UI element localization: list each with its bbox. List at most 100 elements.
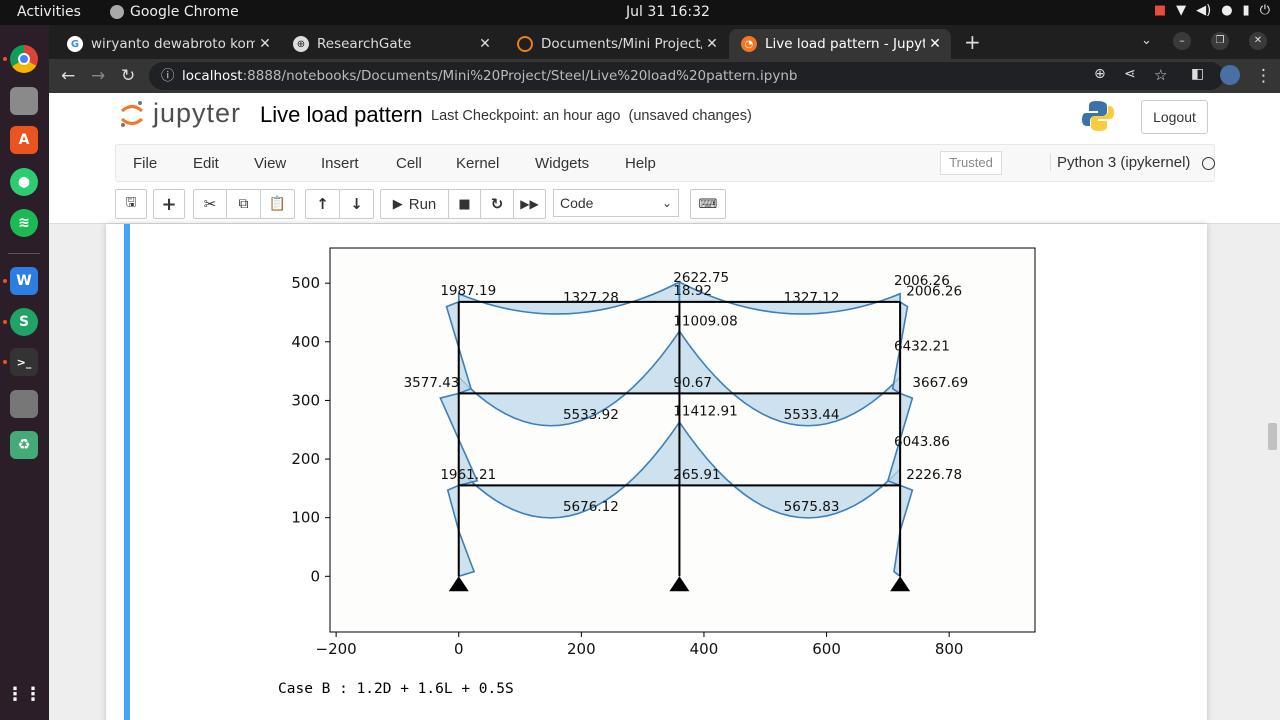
close-tab-icon[interactable]: ✕ bbox=[702, 36, 722, 52]
wifi-icon[interactable]: ▼ bbox=[1176, 3, 1186, 18]
disk-dock-icon[interactable] bbox=[10, 390, 38, 418]
cell-type-select[interactable]: Code ⌄ bbox=[553, 189, 679, 217]
power-icon[interactable]: ⏻ bbox=[1260, 3, 1270, 18]
minimize-icon[interactable]: – bbox=[1173, 32, 1191, 50]
screen-record-icon[interactable]: ■ bbox=[1154, 3, 1166, 18]
moment-value-label: 90.67 bbox=[673, 375, 712, 391]
y-tick-label: 300 bbox=[291, 391, 320, 409]
dock: A ● ≋ W S >_ ♻ ⋮⋮ bbox=[0, 25, 49, 720]
play-icon: ▶ bbox=[392, 196, 403, 211]
save-button[interactable]: 🖫 bbox=[115, 189, 147, 219]
last-checkpoint: Last Checkpoint: an hour ago bbox=[431, 108, 621, 124]
kernel-name[interactable]: Python 3 (ipykernel) bbox=[1050, 154, 1190, 171]
tab-live-load-pattern[interactable]: ◔ Live load pattern - Jupyte ✕ bbox=[729, 29, 951, 59]
jupyter-loading-icon bbox=[517, 36, 533, 52]
close-tab-icon[interactable]: ✕ bbox=[255, 36, 275, 52]
restart-button[interactable]: ↻ bbox=[480, 189, 514, 219]
activities-button[interactable]: Activities bbox=[17, 4, 81, 20]
mic-icon[interactable]: ● bbox=[1221, 3, 1232, 18]
show-apps-icon[interactable]: ⋮⋮ bbox=[6, 680, 42, 708]
tab-title: wiryanto dewabroto kom bbox=[91, 36, 255, 52]
terminal-dock-icon[interactable]: >_ bbox=[10, 348, 38, 376]
close-tab-icon[interactable]: ✕ bbox=[475, 36, 495, 52]
chrome-dock-icon[interactable] bbox=[10, 45, 38, 73]
volume-icon[interactable]: ◀) bbox=[1196, 3, 1211, 18]
tab-documents[interactable]: Documents/Mini Project/ ✕ bbox=[505, 29, 728, 59]
menu-view[interactable]: View bbox=[254, 155, 286, 172]
run-button[interactable]: ▶ Run bbox=[380, 189, 449, 219]
chrome-menu-icon[interactable]: ⋮ bbox=[1255, 66, 1272, 86]
jupyter-icon: ◔ bbox=[741, 36, 757, 52]
trusted-indicator[interactable]: Trusted bbox=[940, 151, 1002, 175]
app-menu[interactable]: Google Chrome bbox=[110, 4, 239, 20]
menu-edit[interactable]: Edit bbox=[193, 155, 219, 172]
side-panel-icon[interactable]: ◧ bbox=[1191, 66, 1204, 82]
tab-google[interactable]: G wiryanto dewabroto kom ✕ bbox=[55, 29, 281, 59]
software-dock-icon[interactable]: A bbox=[10, 126, 38, 154]
insert-cell-button[interactable]: + bbox=[153, 189, 185, 219]
jupyter-logo[interactable]: jupyter bbox=[119, 98, 241, 129]
moment-value-label: 5533.44 bbox=[784, 407, 840, 423]
moment-value-label: 2226.78 bbox=[906, 467, 962, 483]
scissors-icon: ✂ bbox=[203, 195, 217, 213]
paste-icon: 📋 bbox=[268, 196, 287, 212]
move-up-button[interactable]: ↑ bbox=[305, 189, 340, 219]
zoom-icon[interactable]: ⊕ bbox=[1094, 66, 1106, 82]
copy-button[interactable]: ⧉ bbox=[226, 189, 261, 219]
chat-dock-icon[interactable]: ● bbox=[10, 168, 38, 196]
share-icon[interactable]: ⋖ bbox=[1124, 66, 1136, 82]
command-palette-button[interactable]: ⌨ bbox=[690, 189, 726, 219]
menu-help[interactable]: Help bbox=[625, 155, 656, 172]
address-bar-row: ← → ↻ ⓘ localhost:8888/notebooks/Document… bbox=[49, 59, 1280, 93]
wps-writer-dock-icon[interactable]: W bbox=[10, 267, 38, 295]
kernel-idle-icon bbox=[1202, 157, 1215, 170]
page-scrollbar[interactable] bbox=[1268, 423, 1277, 450]
y-tick-label: 100 bbox=[291, 509, 320, 527]
trash-dock-icon[interactable]: ♻ bbox=[10, 431, 38, 459]
restart-run-all-button[interactable]: ▶▶ bbox=[513, 189, 546, 219]
spotify-dock-icon[interactable]: ≋ bbox=[10, 209, 38, 237]
maximize-icon[interactable]: ❐ bbox=[1211, 32, 1229, 50]
reload-icon[interactable]: ↻ bbox=[121, 66, 135, 86]
system-top-bar: Activities Google Chrome Jul 31 16:32 ■ … bbox=[0, 0, 1280, 25]
wps-sheet-dock-icon[interactable]: S bbox=[10, 308, 38, 336]
bookmark-star-icon[interactable]: ☆ bbox=[1154, 66, 1167, 84]
profile-avatar[interactable] bbox=[1220, 65, 1240, 85]
menu-insert[interactable]: Insert bbox=[321, 155, 359, 172]
menu-cell[interactable]: Cell bbox=[396, 155, 422, 172]
tab-title: Documents/Mini Project/ bbox=[541, 36, 702, 52]
url-field[interactable]: ⓘ localhost:8888/notebooks/Documents/Mini… bbox=[149, 62, 1224, 90]
moment-value-label: 1327.28 bbox=[563, 290, 619, 306]
notebook-name[interactable]: Live load pattern bbox=[260, 102, 423, 128]
system-tray[interactable]: ■ ▼ ◀) ● ▮ ⏻ bbox=[1154, 3, 1270, 18]
chrome-icon bbox=[110, 5, 124, 19]
cut-button[interactable]: ✂ bbox=[193, 189, 227, 219]
close-tab-icon[interactable]: ✕ bbox=[925, 36, 945, 52]
site-info-icon[interactable]: ⓘ bbox=[161, 62, 175, 90]
close-window-icon[interactable]: ✕ bbox=[1249, 32, 1267, 50]
back-icon[interactable]: ← bbox=[61, 66, 75, 86]
moment-value-label: 5533.92 bbox=[563, 407, 619, 423]
tab-search-icon[interactable]: ⌄ bbox=[1141, 33, 1152, 48]
interrupt-button[interactable]: ■ bbox=[448, 189, 481, 219]
menu-widgets[interactable]: Widgets bbox=[535, 155, 589, 172]
forward-icon[interactable]: → bbox=[91, 66, 105, 86]
new-tab-button[interactable]: + bbox=[964, 30, 981, 54]
plot-output: 1987.19 1327.282622.7518.92 1327.122006.26… bbox=[291, 247, 1036, 658]
paste-button[interactable]: 📋 bbox=[260, 189, 295, 219]
tab-title: ResearchGate bbox=[317, 36, 412, 52]
files-dock-icon[interactable] bbox=[10, 87, 38, 115]
moment-value-label: 18.92 bbox=[673, 283, 712, 299]
x-tick-label: 200 bbox=[567, 640, 596, 658]
restart-icon: ↻ bbox=[490, 195, 504, 213]
tab-researchgate[interactable]: ⊕ ResearchGate ✕ bbox=[281, 29, 501, 59]
menu-file[interactable]: File bbox=[133, 155, 157, 172]
moment-value-label: 5675.83 bbox=[784, 499, 840, 515]
menu-kernel[interactable]: Kernel bbox=[456, 155, 499, 172]
clock[interactable]: Jul 31 16:32 bbox=[626, 4, 710, 20]
move-down-button[interactable]: ↓ bbox=[339, 189, 374, 219]
jupyter-header: jupyter Live load pattern Last Checkpoin… bbox=[49, 93, 1280, 224]
notebook-container: 1987.19 1327.28 2622.75 18.92 1327.12 2006.26… bbox=[106, 224, 1207, 720]
logout-button[interactable]: Logout bbox=[1141, 100, 1208, 134]
battery-icon[interactable]: ▮ bbox=[1243, 3, 1250, 18]
